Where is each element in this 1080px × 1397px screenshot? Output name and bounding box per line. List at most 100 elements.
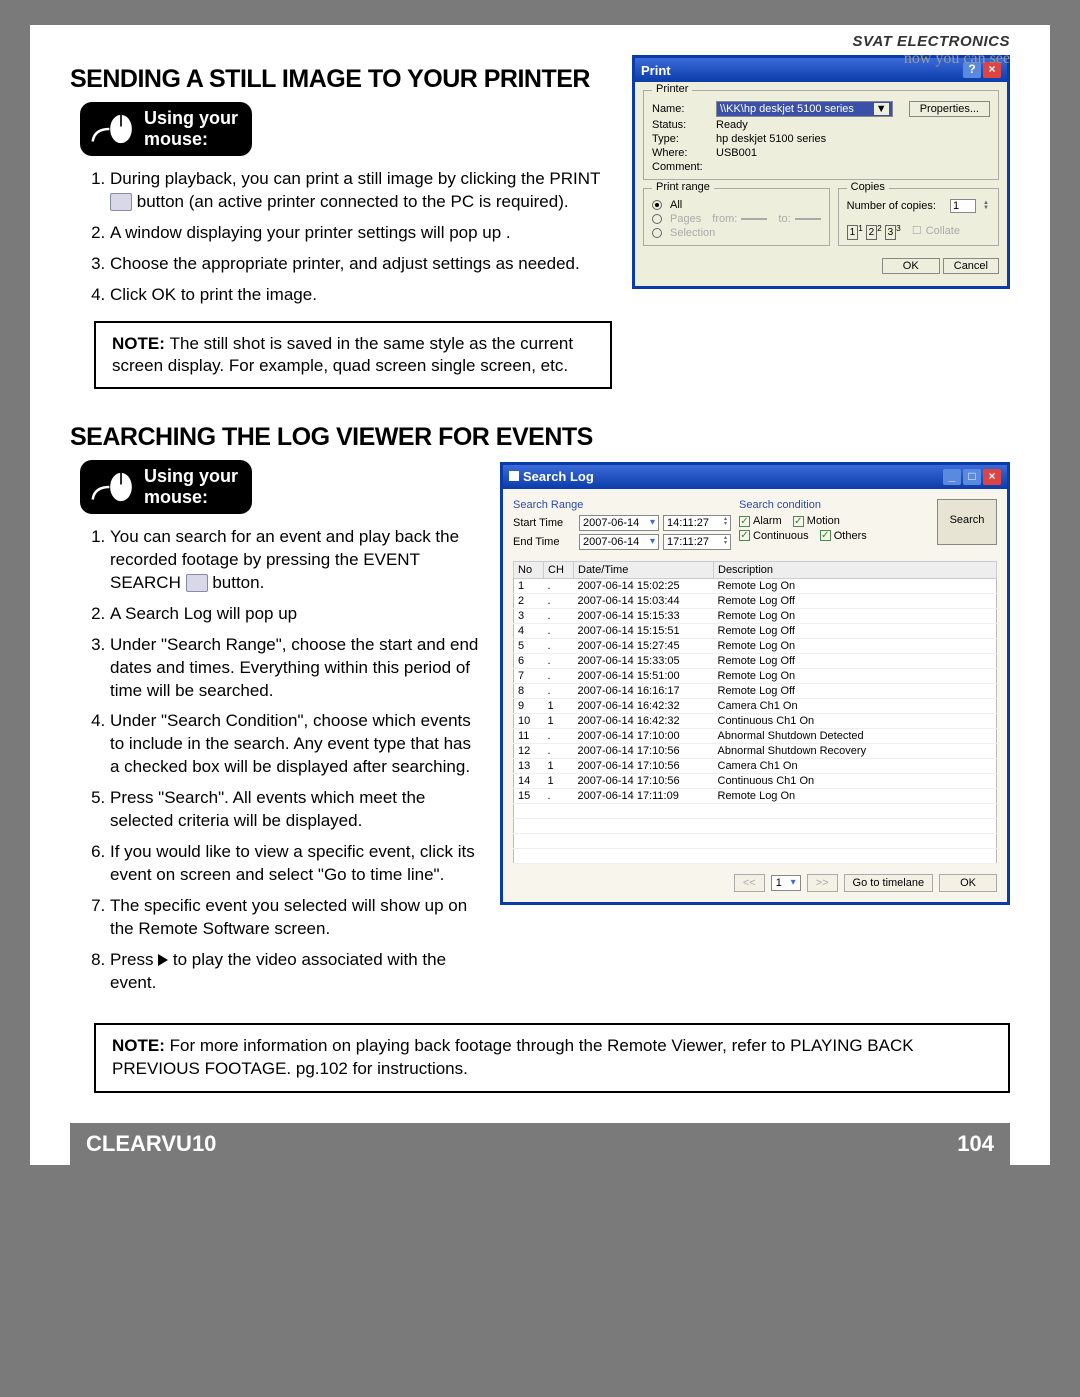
name-label: Name:	[652, 103, 712, 115]
search-titlebar: Search Log _ □ ×	[503, 465, 1007, 489]
page-footer: CLEARVU10 104	[70, 1123, 1010, 1165]
list-item: If you would like to view a specific eve…	[110, 841, 484, 887]
table-row[interactable]: 1312007-06-14 17:10:56Camera Ch1 On	[514, 758, 997, 773]
list-item: You can search for an event and play bac…	[110, 526, 484, 595]
range-title: Search Range	[513, 499, 731, 511]
ok-button[interactable]: OK	[939, 874, 997, 892]
collate-label: Collate	[926, 225, 960, 237]
list-item: Press to play the video associated with …	[110, 949, 484, 995]
table-row[interactable]: 1412007-06-14 17:10:56Continuous Ch1 On	[514, 773, 997, 788]
list-item: Choose the appropriate printer, and adju…	[110, 253, 612, 276]
numcopies-input[interactable]: 1	[950, 199, 976, 213]
table-row[interactable]: 7.2007-06-14 15:51:00Remote Log On	[514, 668, 997, 683]
search-title-text: Search Log	[523, 469, 594, 484]
note-text: The still shot is saved in the same styl…	[112, 334, 573, 375]
print-icon	[110, 193, 132, 211]
others-checkbox[interactable]: ✓Others	[820, 530, 867, 542]
radio-pages	[652, 214, 662, 224]
numcopies-label: Number of copies:	[847, 200, 936, 212]
copies-group-title: Copies	[847, 181, 889, 193]
note-label: NOTE:	[112, 1036, 165, 1055]
table-row[interactable]: 912007-06-14 16:42:32Camera Ch1 On	[514, 698, 997, 713]
table-row	[514, 803, 997, 818]
minimize-icon[interactable]: _	[943, 469, 961, 485]
from-label: from:	[712, 213, 737, 225]
footer-model: CLEARVU10	[86, 1131, 216, 1157]
pages-label: Pages	[670, 213, 701, 225]
play-icon	[158, 954, 168, 966]
table-row[interactable]: 3.2007-06-14 15:15:33Remote Log On	[514, 608, 997, 623]
range-group-title: Print range	[652, 181, 714, 193]
table-row[interactable]: 8.2007-06-14 16:16:17Remote Log Off	[514, 683, 997, 698]
table-row[interactable]: 12.2007-06-14 17:10:56Abnormal Shutdown …	[514, 743, 997, 758]
note-box: NOTE: The still shot is saved in the sam…	[94, 321, 612, 389]
table-row[interactable]: 6.2007-06-14 15:33:05Remote Log Off	[514, 653, 997, 668]
table-row[interactable]: 11.2007-06-14 17:10:00Abnormal Shutdown …	[514, 728, 997, 743]
mouse-badge: Using yourmouse:	[80, 102, 252, 156]
selection-label: Selection	[670, 227, 715, 239]
alarm-checkbox[interactable]: ✓Alarm	[739, 515, 782, 527]
ok-button[interactable]: OK	[882, 258, 940, 274]
list-item: Click OK to print the image.	[110, 284, 612, 307]
list-item: Under "Search Condition", choose which e…	[110, 710, 484, 779]
manual-page: SVAT ELECTRONICS now you can see SENDING…	[30, 25, 1050, 1165]
footer-page: 104	[957, 1131, 994, 1157]
end-date-picker[interactable]: 2007-06-14▾	[579, 534, 659, 550]
cond-title: Search condition	[739, 499, 929, 511]
table-row[interactable]: 5.2007-06-14 15:27:45Remote Log On	[514, 638, 997, 653]
section2-steps: You can search for an event and play bac…	[110, 526, 484, 995]
to-label: to:	[778, 213, 790, 225]
table-row[interactable]: 1012007-06-14 16:42:32Continuous Ch1 On	[514, 713, 997, 728]
status-label: Status:	[652, 119, 712, 131]
motion-checkbox[interactable]: ✓Motion	[793, 515, 840, 527]
to-input	[795, 218, 821, 220]
spinner-icon[interactable]: ▲▼	[983, 201, 989, 211]
brand-name: SVAT ELECTRONICS	[853, 33, 1010, 50]
maximize-icon[interactable]: □	[963, 469, 981, 485]
end-label: End Time	[513, 536, 575, 548]
table-row	[514, 833, 997, 848]
mouse-badge-text: Using yourmouse:	[144, 466, 238, 508]
cancel-button[interactable]: Cancel	[943, 258, 999, 274]
list-item: Press "Search". All events which meet th…	[110, 787, 484, 833]
search-log-dialog: Search Log _ □ × Search Range Start Time…	[500, 462, 1010, 905]
table-row	[514, 848, 997, 863]
from-input	[741, 218, 767, 220]
list-item: Under "Search Range", choose the start a…	[110, 634, 484, 703]
start-date-picker[interactable]: 2007-06-14▾	[579, 515, 659, 531]
continuous-checkbox[interactable]: ✓Continuous	[739, 530, 809, 542]
where-value: USB001	[716, 147, 757, 159]
where-label: Where:	[652, 147, 712, 159]
table-row[interactable]: 2.2007-06-14 15:03:44Remote Log Off	[514, 593, 997, 608]
table-row[interactable]: 4.2007-06-14 15:15:51Remote Log Off	[514, 623, 997, 638]
properties-button[interactable]: Properties...	[909, 101, 990, 117]
all-label: All	[670, 199, 682, 211]
mouse-badge: Using yourmouse:	[80, 460, 252, 514]
results-table: No CH Date/Time Description 1.2007-06-14…	[513, 561, 997, 864]
table-row[interactable]: 1.2007-06-14 15:02:25Remote Log On	[514, 578, 997, 593]
table-row[interactable]: 15.2007-06-14 17:11:09Remote Log On	[514, 788, 997, 803]
close-icon[interactable]: ×	[983, 469, 1001, 485]
collate-checkbox: ☐	[912, 224, 922, 237]
event-search-icon	[186, 574, 208, 592]
end-time-picker[interactable]: 17:11:27▴▾	[663, 534, 731, 550]
section1-steps: During playback, you can print a still i…	[110, 168, 612, 307]
print-title-text: Print	[641, 63, 671, 78]
list-item: During playback, you can print a still i…	[110, 168, 612, 214]
col-no: No	[514, 561, 544, 578]
search-button[interactable]: Search	[937, 499, 997, 545]
goto-timeline-button[interactable]: Go to timelane	[844, 874, 934, 892]
start-time-picker[interactable]: 14:11:27▴▾	[663, 515, 731, 531]
page-select[interactable]: 1▾	[771, 875, 801, 891]
prev-page-button[interactable]: <<	[734, 874, 765, 892]
list-item: A Search Log will pop up	[110, 603, 484, 626]
list-item: The specific event you selected will sho…	[110, 895, 484, 941]
type-label: Type:	[652, 133, 712, 145]
printer-name-select[interactable]: \\KK\hp deskjet 5100 series▼	[716, 101, 893, 117]
next-page-button[interactable]: >>	[807, 874, 838, 892]
radio-all[interactable]	[652, 200, 662, 210]
radio-selection	[652, 228, 662, 238]
start-label: Start Time	[513, 517, 575, 529]
brand-tagline: now you can see	[853, 50, 1010, 68]
col-ch: CH	[544, 561, 574, 578]
